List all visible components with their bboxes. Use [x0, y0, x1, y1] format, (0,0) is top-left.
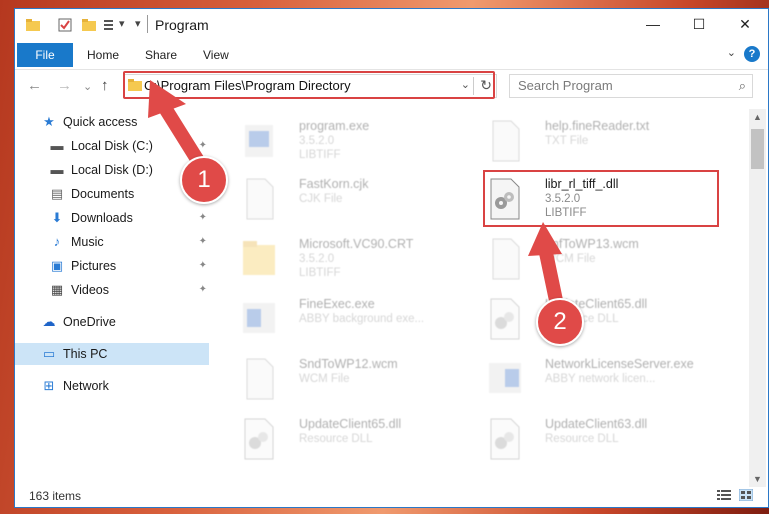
arrow-2: [528, 222, 565, 317]
annotation-layer: [148, 80, 565, 317]
callout-2: 2: [536, 298, 584, 346]
callout-1: 1: [180, 156, 228, 204]
